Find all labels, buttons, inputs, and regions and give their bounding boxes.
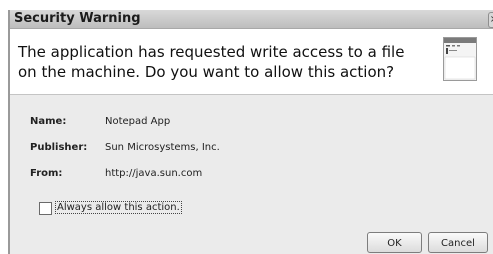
detail-label: Name: xyxy=(30,116,67,127)
dialog-title: Security Warning xyxy=(14,11,141,26)
detail-label: Publisher: xyxy=(30,142,88,153)
always-allow-checkbox[interactable] xyxy=(39,202,52,215)
cancel-button[interactable]: Cancel xyxy=(428,232,488,253)
detail-value: Sun Microsystems, Inc. xyxy=(105,142,220,153)
detail-value: Notepad App xyxy=(105,116,171,127)
application-window-icon xyxy=(443,37,477,81)
detail-value: http://java.sun.com xyxy=(105,168,203,179)
ok-button[interactable]: OK xyxy=(367,232,422,253)
detail-label: From: xyxy=(30,168,63,179)
security-warning-dialog: Security Warning × The application has r… xyxy=(8,10,493,254)
close-icon[interactable]: × xyxy=(488,12,493,28)
message-header: The application has requested write acce… xyxy=(10,29,493,95)
always-allow-label[interactable]: Always allow this action. xyxy=(55,201,182,214)
warning-message: The application has requested write acce… xyxy=(18,43,405,81)
title-bar[interactable]: Security Warning × xyxy=(10,10,493,29)
